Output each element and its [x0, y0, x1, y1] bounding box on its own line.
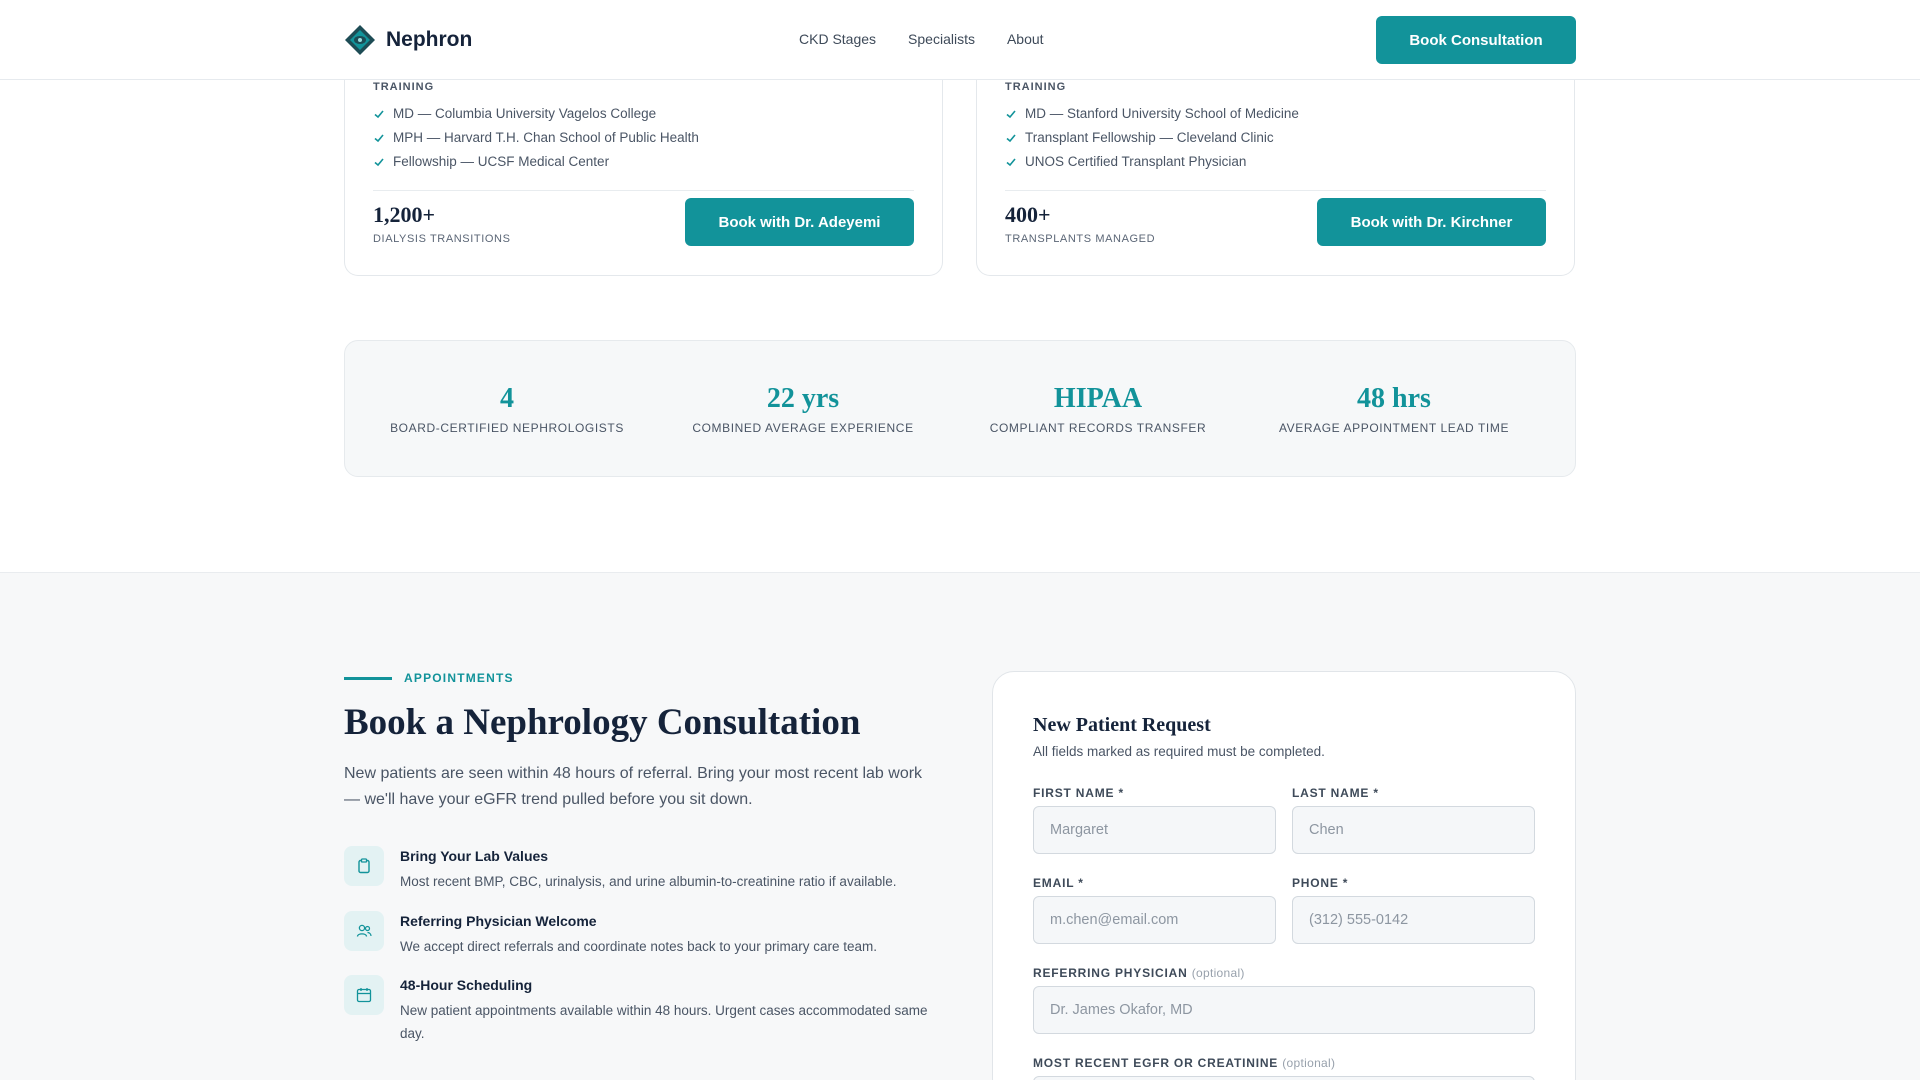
- feature-icon-badge: [344, 975, 384, 1015]
- egfr-input[interactable]: [1033, 1076, 1535, 1080]
- brand-logo[interactable]: Nephron: [344, 24, 472, 56]
- feature-title: Referring Physician Welcome: [400, 913, 597, 929]
- training-item-text: UNOS Certified Transplant Physician: [1025, 154, 1247, 169]
- list-item: MD — Columbia University Vagelos College: [373, 102, 699, 126]
- list-item: MPH — Harvard T.H. Chan School of Public…: [373, 126, 699, 150]
- check-icon: [1006, 158, 1016, 167]
- optional-hint: (optional): [1282, 1056, 1336, 1070]
- check-icon: [1006, 134, 1016, 143]
- training-list: MD — Columbia University Vagelos College…: [373, 102, 699, 174]
- training-label: TRAINING: [1005, 81, 1067, 93]
- stat-value: 4: [500, 383, 514, 414]
- feature-icon-badge: [344, 846, 384, 886]
- egfr-label: MOST RECENT EGFR OR CREATININE (optional…: [1033, 1056, 1335, 1070]
- form-subtitle: All fields marked as required must be co…: [1033, 744, 1325, 759]
- stat-item-experience: 22 yrs COMBINED AVERAGE EXPERIENCE: [663, 383, 943, 435]
- feature-icon-badge: [344, 911, 384, 951]
- list-item: Fellowship — UCSF Medical Center: [373, 150, 699, 174]
- book-consultation-button[interactable]: Book Consultation: [1376, 16, 1576, 64]
- stat-item-lead-time: 48 hrs AVERAGE APPOINTMENT LEAD TIME: [1254, 383, 1534, 435]
- main-nav: CKD Stages Specialists About: [799, 31, 1044, 47]
- diamond-logo-icon: [345, 25, 375, 55]
- appointments-section: APPOINTMENTS Book a Nephrology Consultat…: [0, 572, 1920, 1080]
- nav-about[interactable]: About: [1007, 31, 1044, 47]
- stat-label: AVERAGE APPOINTMENT LEAD TIME: [1278, 421, 1510, 435]
- feature-desc: New patient appointments available withi…: [400, 1003, 928, 1041]
- check-icon: [374, 158, 384, 167]
- stat-value: 48 hrs: [1357, 383, 1431, 414]
- feature-desc: Most recent BMP, CBC, urinalysis, and ur…: [400, 874, 897, 889]
- stat-label: BOARD-CERTIFIED NEPHROLOGISTS: [390, 421, 624, 435]
- list-item: UNOS Certified Transplant Physician: [1005, 150, 1299, 174]
- site-header: Nephron CKD Stages Specialists About Boo…: [0, 0, 1920, 80]
- stat-item-hipaa: HIPAA COMPLIANT RECORDS TRANSFER: [958, 383, 1238, 435]
- card-divider: [373, 190, 914, 191]
- form-title: New Patient Request: [1033, 714, 1211, 736]
- first-name-input[interactable]: [1033, 806, 1276, 854]
- nav-ckd-stages[interactable]: CKD Stages: [799, 31, 876, 47]
- last-name-input[interactable]: [1292, 806, 1535, 854]
- nav-specialists[interactable]: Specialists: [908, 31, 975, 47]
- book-adeyemi-button[interactable]: Book with Dr. Adeyemi: [685, 198, 914, 246]
- stat-value: HIPAA: [1053, 383, 1143, 414]
- eyebrow-text: APPOINTMENTS: [404, 671, 514, 685]
- training-list: MD — Stanford University School of Medic…: [1005, 102, 1299, 174]
- referring-physician-label-text: REFERRING PHYSICIAN: [1033, 966, 1188, 980]
- referring-physician-label: REFERRING PHYSICIAN (optional): [1033, 966, 1245, 980]
- referring-physician-input[interactable]: [1033, 986, 1535, 1034]
- card-divider: [1005, 190, 1546, 191]
- stat-label: DIALYSIS TRANSITIONS: [373, 233, 511, 245]
- stat-value: 400+: [1005, 202, 1051, 227]
- first-name-label: FIRST NAME *: [1033, 786, 1124, 800]
- stat-label: TRANSPLANTS MANAGED: [1005, 233, 1156, 245]
- stats-band: 4 BOARD-CERTIFIED NEPHROLOGISTS 22 yrs C…: [344, 340, 1576, 477]
- stat-value: 1,200+: [373, 202, 436, 227]
- feature-title: 48-Hour Scheduling: [400, 977, 533, 993]
- book-kirchner-button[interactable]: Book with Dr. Kirchner: [1317, 198, 1546, 246]
- egfr-label-text: MOST RECENT EGFR OR CREATININE: [1033, 1056, 1279, 1070]
- feature-title: Bring Your Lab Values: [400, 848, 549, 864]
- brand-name: Nephron: [386, 28, 473, 51]
- training-item-text: MPH — Harvard T.H. Chan School of Public…: [393, 130, 699, 145]
- optional-hint: (optional): [1191, 966, 1245, 980]
- training-item-text: Transplant Fellowship — Cleveland Clinic: [1025, 130, 1274, 145]
- email-label: EMAIL *: [1033, 876, 1084, 890]
- section-eyebrow: APPOINTMENTS: [344, 671, 514, 685]
- training-item-text: MD — Stanford University School of Medic…: [1025, 106, 1299, 121]
- check-icon: [1006, 110, 1016, 119]
- list-item: Transplant Fellowship — Cleveland Clinic: [1005, 126, 1299, 150]
- training-item-text: Fellowship — UCSF Medical Center: [393, 154, 610, 169]
- list-item: MD — Stanford University School of Medic…: [1005, 102, 1299, 126]
- phone-label: PHONE *: [1292, 876, 1349, 890]
- feature-desc: We accept direct referrals and coordinat…: [400, 939, 877, 954]
- stat-label: COMPLIANT RECORDS TRANSFER: [989, 421, 1207, 435]
- stat-value: 22 yrs: [766, 383, 840, 414]
- phone-input[interactable]: [1292, 896, 1535, 944]
- training-item-text: MD — Columbia University Vagelos College: [393, 106, 657, 121]
- training-label: TRAINING: [373, 81, 435, 93]
- last-name-label: LAST NAME *: [1292, 786, 1379, 800]
- calendar-icon: [356, 988, 372, 1003]
- clipboard-icon: [358, 858, 370, 874]
- users-icon: [356, 924, 372, 937]
- section-intro: New patients are seen within 48 hours of…: [344, 765, 923, 808]
- eyebrow-rule: [344, 676, 392, 680]
- stat-label: COMBINED AVERAGE EXPERIENCE: [692, 421, 914, 435]
- email-input[interactable]: [1033, 896, 1276, 944]
- section-title: Book a Nephrology Consultation: [344, 702, 861, 743]
- new-patient-form: New Patient Request All fields marked as…: [992, 671, 1576, 1080]
- check-icon: [374, 110, 384, 119]
- check-icon: [374, 134, 384, 143]
- stat-item-nephrologists: 4 BOARD-CERTIFIED NEPHROLOGISTS: [367, 383, 647, 435]
